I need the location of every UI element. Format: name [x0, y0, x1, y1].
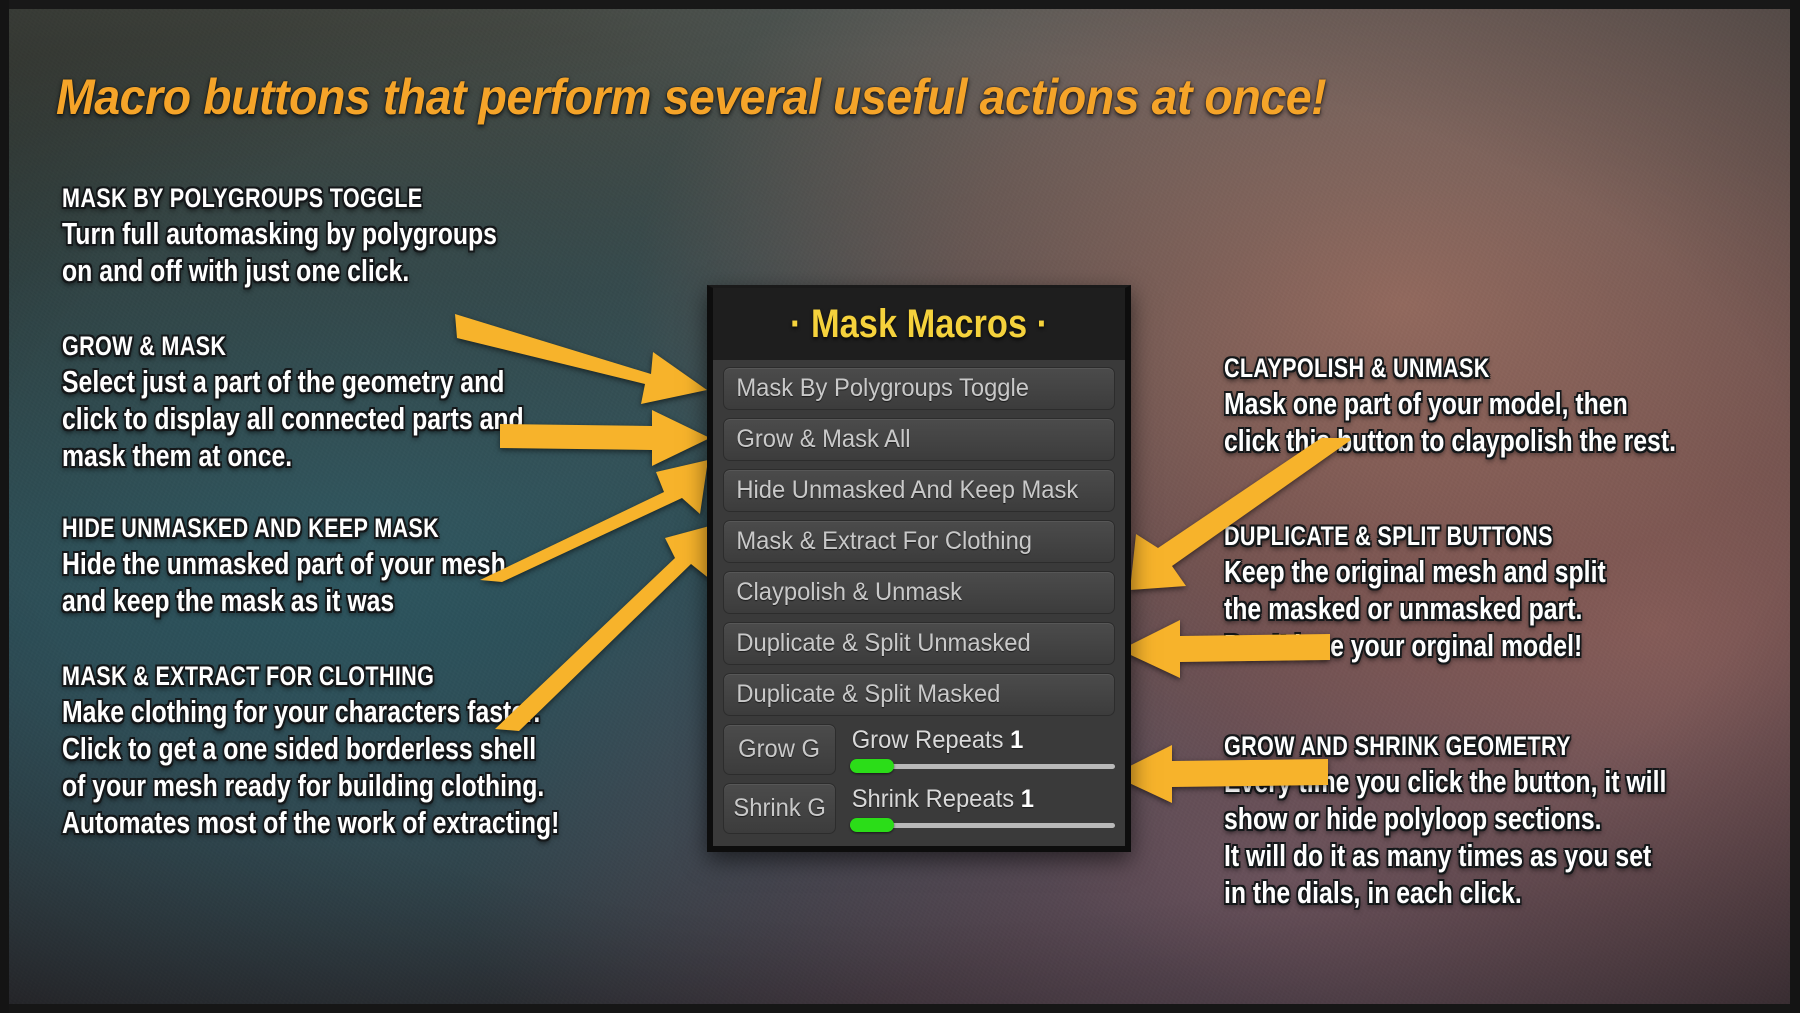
button-label: Duplicate & Split Unmasked	[736, 629, 1031, 657]
note-line: Mask one part of your model, then	[1224, 386, 1628, 421]
pointer-arrow-grow-shrink-geometry	[1110, 745, 1328, 805]
grow-row: Grow G Grow Repeats 1	[723, 724, 1115, 775]
note-line: on and off with just one click.	[62, 253, 410, 288]
button-label: Shrink G	[733, 794, 826, 822]
slider-knob[interactable]	[850, 818, 894, 832]
note-line: Click to get a one sided borderless shel…	[62, 731, 537, 766]
border-bottom	[0, 1004, 1800, 1013]
note-line: Automates most of the work of extracting…	[62, 805, 560, 840]
note-line: It will do it as many times as you set	[1224, 838, 1652, 873]
pointer-arrow-claypolish-and-unmask	[1118, 438, 1353, 593]
pointer-arrow-mask-and-extract	[495, 516, 720, 731]
button-label: Duplicate & Split Masked	[736, 680, 1001, 708]
slider-shrink-repeats[interactable]: Shrink Repeats 1	[846, 783, 1115, 834]
note-title: MASK & EXTRACT FOR CLOTHING	[62, 661, 435, 691]
border-right	[1790, 0, 1800, 1013]
slider-value: 1	[1020, 785, 1034, 813]
button-mask-by-polygroups-toggle[interactable]: Mask By Polygroups Toggle	[723, 367, 1115, 410]
slider-label-row: Shrink Repeats 1	[846, 783, 1102, 816]
slider-grow-repeats[interactable]: Grow Repeats 1	[846, 724, 1115, 775]
button-label: Grow & Mask All	[736, 425, 911, 453]
slider-label: Grow Repeats	[851, 726, 1004, 754]
note-line: Make clothing for your characters faster…	[62, 694, 541, 729]
note-line: show or hide polyloop sections.	[1224, 801, 1602, 836]
button-duplicate-and-split-masked[interactable]: Duplicate & Split Masked	[723, 673, 1115, 716]
page-headline: Macro buttons that perform several usefu…	[56, 69, 1327, 125]
note-title: MASK BY POLYGROUPS TOGGLE	[62, 183, 423, 213]
slider-label-row: Grow Repeats 1	[846, 724, 1102, 757]
note-line: Turn full automasking by polygroups	[62, 216, 497, 251]
note-line: and keep the mask as it was	[62, 583, 395, 618]
note-title: HIDE UNMASKED AND KEEP MASK	[62, 513, 440, 543]
border-left	[0, 0, 9, 1013]
button-label: Mask By Polygroups Toggle	[736, 374, 1029, 402]
pointer-arrow-duplicate-and-split	[1118, 620, 1330, 680]
button-label: Hide Unmasked And Keep Mask	[736, 476, 1079, 504]
button-duplicate-and-split-unmasked[interactable]: Duplicate & Split Unmasked	[723, 622, 1115, 665]
panel-title: · Mask Macros ·	[789, 302, 1049, 346]
button-label: Claypolish & Unmask	[736, 578, 963, 606]
slider-value: 1	[1010, 726, 1024, 754]
note-line: Hide the unmasked part of your mesh	[62, 546, 506, 581]
button-mask-and-extract-for-clothing[interactable]: Mask & Extract For Clothing	[723, 520, 1115, 563]
pointer-arrow-mask-by-polygroups	[455, 312, 715, 412]
slider-knob[interactable]	[850, 759, 894, 773]
shrink-row: Shrink G Shrink Repeats 1	[723, 783, 1115, 834]
note-line: mask them at once.	[62, 438, 293, 473]
button-hide-unmasked-and-keep-mask[interactable]: Hide Unmasked And Keep Mask	[723, 469, 1115, 512]
border-top	[0, 0, 1800, 9]
button-claypolish-and-unmask[interactable]: Claypolish & Unmask	[723, 571, 1115, 614]
note-line: in the dials, in each click.	[1224, 875, 1522, 910]
screenshot-canvas: Macro buttons that perform several usefu…	[0, 0, 1800, 1013]
note-line: of your mesh ready for building clothing…	[62, 768, 545, 803]
button-grow-g[interactable]: Grow G	[723, 724, 836, 775]
button-shrink-g[interactable]: Shrink G	[723, 783, 836, 834]
mask-macros-panel: · Mask Macros · Mask By Polygroups Toggl…	[707, 285, 1131, 852]
note-title: CLAYPOLISH & UNMASK	[1224, 353, 1490, 383]
button-grow-and-mask-all[interactable]: Grow & Mask All	[723, 418, 1115, 461]
slider-label: Shrink Repeats	[851, 785, 1015, 813]
note-mask-by-polygroups-toggle: MASK BY POLYGROUPS TOGGLE Turn full auto…	[62, 182, 606, 289]
panel-header: · Mask Macros ·	[713, 288, 1125, 360]
button-label: Grow G	[738, 735, 821, 763]
button-label: Mask & Extract For Clothing	[736, 527, 1033, 555]
